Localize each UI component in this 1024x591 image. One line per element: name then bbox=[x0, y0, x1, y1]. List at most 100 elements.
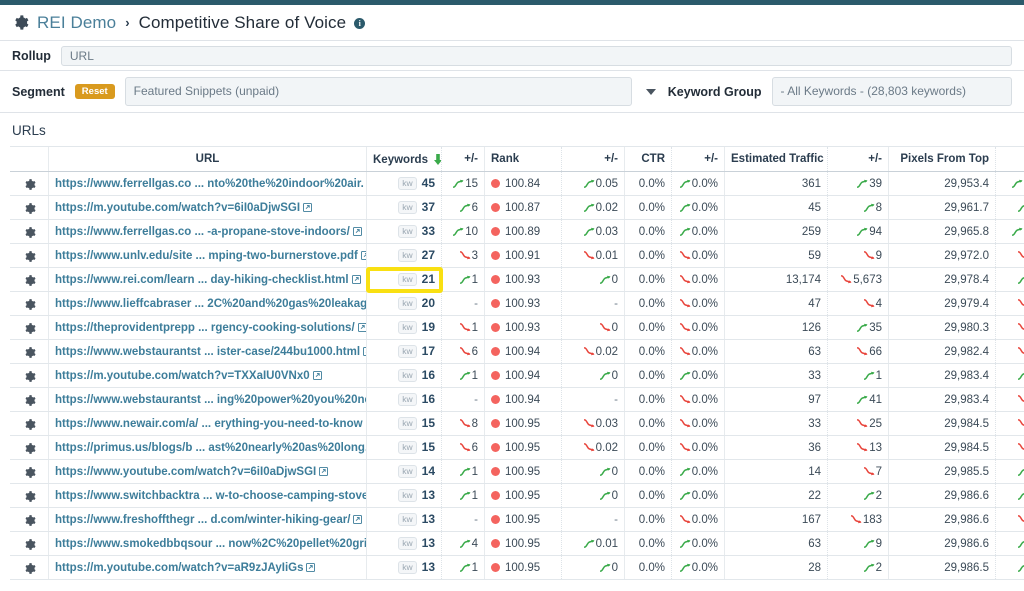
row-settings-cell[interactable] bbox=[10, 484, 49, 508]
table-row[interactable]: https://www.ferrellgas.co ... -a-propane… bbox=[10, 220, 1024, 244]
row-settings-cell[interactable] bbox=[10, 460, 49, 484]
table-row[interactable]: https://theprovidentprepp ... rgency-coo… bbox=[10, 316, 1024, 340]
row-settings-icon[interactable] bbox=[23, 346, 36, 359]
url-link[interactable]: https://www.newair.com/a/ ... erything-y… bbox=[55, 418, 363, 430]
table-row[interactable]: https://www.lieffcabraser ... 2C%20and%2… bbox=[10, 292, 1024, 316]
table-row[interactable]: https://m.youtube.com/watch?v=6iI0aDjwSG… bbox=[10, 196, 1024, 220]
col-header-url[interactable]: URL bbox=[49, 147, 367, 172]
gear-icon[interactable] bbox=[12, 14, 29, 31]
external-link-icon[interactable] bbox=[363, 347, 366, 356]
row-settings-cell[interactable] bbox=[10, 292, 49, 316]
url-link[interactable]: https://www.freshoffthegr ... d.com/wint… bbox=[55, 514, 350, 526]
url-link[interactable]: https://www.rei.com/learn ... day-hiking… bbox=[55, 274, 349, 286]
col-header-pixels-from-top-delta[interactable]: +/- bbox=[996, 147, 1024, 172]
cell-url[interactable]: https://www.webstaurantst ... ister-case… bbox=[49, 340, 367, 364]
url-link[interactable]: https://theprovidentprepp ... rgency-coo… bbox=[55, 322, 355, 334]
cell-url[interactable]: https://www.switchbacktra ... w-to-choos… bbox=[49, 484, 367, 508]
col-header-ctr[interactable]: CTR bbox=[625, 147, 672, 172]
url-link[interactable]: https://m.youtube.com/watch?v=TXXaIU0VNx… bbox=[55, 370, 310, 382]
row-settings-icon[interactable] bbox=[23, 514, 36, 527]
url-link[interactable]: https://www.webstaurantst ... ister-case… bbox=[55, 346, 360, 358]
table-row[interactable]: https://www.smokedbbqsour ... now%2C%20p… bbox=[10, 532, 1024, 556]
table-row[interactable]: https://www.rei.com/learn ... day-hiking… bbox=[10, 268, 1024, 292]
row-settings-cell[interactable] bbox=[10, 196, 49, 220]
table-row[interactable]: https://www.youtube.com/watch?v=6iI0aDjw… bbox=[10, 460, 1024, 484]
row-settings-icon[interactable] bbox=[23, 202, 36, 215]
col-header-rank[interactable]: Rank bbox=[485, 147, 562, 172]
cell-url[interactable]: https://theprovidentprepp ... rgency-coo… bbox=[49, 316, 367, 340]
table-row[interactable]: https://www.webstaurantst ... ing%20powe… bbox=[10, 388, 1024, 412]
row-settings-icon[interactable] bbox=[23, 538, 36, 551]
cell-url[interactable]: https://m.youtube.com/watch?v=6iI0aDjwSG… bbox=[49, 196, 367, 220]
cell-url[interactable]: https://m.youtube.com/watch?v=aR9zJAyIiG… bbox=[49, 556, 367, 580]
row-settings-icon[interactable] bbox=[23, 298, 36, 311]
cell-url[interactable]: https://www.smokedbbqsour ... now%2C%20p… bbox=[49, 532, 367, 556]
row-settings-icon[interactable] bbox=[23, 490, 36, 503]
cell-url[interactable]: https://www.webstaurantst ... ing%20powe… bbox=[49, 388, 367, 412]
table-row[interactable]: https://www.ferrellgas.co ... nto%20the%… bbox=[10, 172, 1024, 196]
table-row[interactable]: https://m.youtube.com/watch?v=TXXaIU0VNx… bbox=[10, 364, 1024, 388]
external-link-icon[interactable] bbox=[306, 563, 315, 572]
segment-input[interactable]: Featured Snippets (unpaid) bbox=[125, 77, 632, 106]
row-settings-cell[interactable] bbox=[10, 364, 49, 388]
row-settings-cell[interactable] bbox=[10, 340, 49, 364]
row-settings-icon[interactable] bbox=[23, 226, 36, 239]
url-link[interactable]: https://www.smokedbbqsour ... now%2C%20p… bbox=[55, 538, 367, 550]
cell-url[interactable]: https://www.rei.com/learn ... day-hiking… bbox=[49, 268, 367, 292]
external-link-icon[interactable] bbox=[361, 251, 367, 260]
external-link-icon[interactable] bbox=[353, 227, 362, 236]
row-settings-cell[interactable] bbox=[10, 412, 49, 436]
col-header-estimated-traffic-delta[interactable]: +/- bbox=[828, 147, 889, 172]
row-settings-icon[interactable] bbox=[23, 418, 36, 431]
row-settings-icon[interactable] bbox=[23, 442, 36, 455]
row-settings-icon[interactable] bbox=[23, 178, 36, 191]
row-settings-icon[interactable] bbox=[23, 274, 36, 287]
row-settings-cell[interactable] bbox=[10, 244, 49, 268]
url-link[interactable]: https://primus.us/blogs/b ... ast%20near… bbox=[55, 442, 367, 454]
cell-url[interactable]: https://www.freshoffthegr ... d.com/wint… bbox=[49, 508, 367, 532]
col-header-ctr-delta[interactable]: +/- bbox=[672, 147, 725, 172]
col-header-estimated-traffic[interactable]: Estimated Traffic bbox=[725, 147, 828, 172]
table-row[interactable]: https://www.freshoffthegr ... d.com/wint… bbox=[10, 508, 1024, 532]
url-link[interactable]: https://www.lieffcabraser ... 2C%20and%2… bbox=[55, 298, 367, 310]
table-row[interactable]: https://www.switchbacktra ... w-to-choos… bbox=[10, 484, 1024, 508]
cell-url[interactable]: https://primus.us/blogs/b ... ast%20near… bbox=[49, 436, 367, 460]
external-link-icon[interactable] bbox=[352, 275, 361, 284]
rollup-input[interactable]: URL bbox=[61, 46, 1012, 66]
row-settings-cell[interactable] bbox=[10, 532, 49, 556]
col-header-rank-delta[interactable]: +/- bbox=[562, 147, 625, 172]
table-row[interactable]: https://m.youtube.com/watch?v=aR9zJAyIiG… bbox=[10, 556, 1024, 580]
external-link-icon[interactable] bbox=[353, 515, 362, 524]
external-link-icon[interactable] bbox=[313, 371, 322, 380]
chevron-down-icon[interactable] bbox=[646, 89, 656, 95]
row-settings-icon[interactable] bbox=[23, 394, 36, 407]
row-settings-icon[interactable] bbox=[23, 466, 36, 479]
external-link-icon[interactable] bbox=[358, 323, 367, 332]
col-header-pixels-from-top[interactable]: Pixels From Top bbox=[889, 147, 996, 172]
row-settings-icon[interactable] bbox=[23, 250, 36, 263]
cell-url[interactable]: https://www.lieffcabraser ... 2C%20and%2… bbox=[49, 292, 367, 316]
cell-url[interactable]: https://www.youtube.com/watch?v=6iI0aDjw… bbox=[49, 460, 367, 484]
url-link[interactable]: https://m.youtube.com/watch?v=6iI0aDjwSG… bbox=[55, 202, 300, 214]
table-row[interactable]: https://www.unlv.edu/site ... mping-two-… bbox=[10, 244, 1024, 268]
cell-url[interactable]: https://www.ferrellgas.co ... -a-propane… bbox=[49, 220, 367, 244]
row-settings-cell[interactable] bbox=[10, 556, 49, 580]
url-link[interactable]: https://www.ferrellgas.co ... nto%20the%… bbox=[55, 178, 364, 190]
external-link-icon[interactable] bbox=[319, 467, 328, 476]
row-settings-cell[interactable] bbox=[10, 388, 49, 412]
table-row[interactable]: https://www.webstaurantst ... ister-case… bbox=[10, 340, 1024, 364]
breadcrumb-root-link[interactable]: REI Demo bbox=[37, 13, 116, 33]
row-settings-cell[interactable] bbox=[10, 436, 49, 460]
cell-url[interactable]: https://www.ferrellgas.co ... nto%20the%… bbox=[49, 172, 367, 196]
row-settings-cell[interactable] bbox=[10, 508, 49, 532]
row-settings-icon[interactable] bbox=[23, 322, 36, 335]
col-header-keywords-delta[interactable]: +/- bbox=[442, 147, 485, 172]
url-link[interactable]: https://www.youtube.com/watch?v=6iI0aDjw… bbox=[55, 466, 316, 478]
row-settings-icon[interactable] bbox=[23, 562, 36, 575]
cell-url[interactable]: https://www.unlv.edu/site ... mping-two-… bbox=[49, 244, 367, 268]
external-link-icon[interactable] bbox=[303, 203, 312, 212]
url-link[interactable]: https://www.unlv.edu/site ... mping-two-… bbox=[55, 250, 358, 262]
table-row[interactable]: https://primus.us/blogs/b ... ast%20near… bbox=[10, 436, 1024, 460]
url-link[interactable]: https://www.switchbacktra ... w-to-choos… bbox=[55, 490, 367, 502]
cell-url[interactable]: https://www.newair.com/a/ ... erything-y… bbox=[49, 412, 367, 436]
